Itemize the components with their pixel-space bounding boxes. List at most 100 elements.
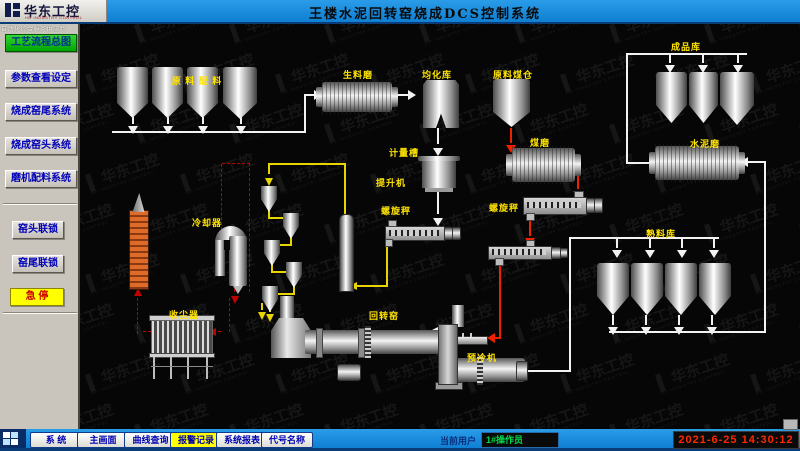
taskbar-button-main-screen[interactable]: 主画面 (77, 432, 129, 448)
arrowhead (645, 250, 655, 258)
flow-line (167, 117, 169, 124)
watermark: ▌ 华东工控HD INDUSTRY CONTROL (228, 398, 307, 429)
arrowhead (231, 296, 239, 304)
taskbar-button-code-names[interactable]: 代号名称 (261, 432, 313, 448)
watermark: ▌ 华东工控HD INDUSTRY CONTROL (703, 398, 782, 429)
label-cement-mill: 水泥磨 (690, 137, 720, 150)
logo-tagline: 自动化综合服务供应商 (1, 24, 79, 33)
arrowhead (709, 250, 719, 258)
sidebar-item-kiln-tail-system[interactable]: 烧成窑尾系统 (5, 103, 77, 121)
watermark: ▌ 华东工控HD INDUSTRY CONTROL (703, 24, 782, 46)
chute (388, 220, 397, 227)
flow-line (569, 237, 719, 239)
flow-line (112, 131, 306, 133)
label-screw-scale-left: 螺旋秤 (381, 204, 411, 217)
windows-logo-icon (11, 432, 18, 438)
arrowhead (487, 333, 495, 343)
windows-logo-icon (3, 432, 10, 438)
watermark: ▌ 华东工控HD INDUSTRY CONTROL (323, 24, 402, 46)
arrowhead (433, 148, 443, 156)
raw-mill-ribs (322, 80, 392, 114)
bucket-elevator (339, 214, 354, 292)
flow-line (386, 242, 388, 286)
flow-line (764, 162, 766, 333)
kiln-drive-motor (337, 364, 361, 381)
label-dust-collector: 收尘器 (169, 308, 199, 321)
arrowhead (265, 178, 273, 186)
silo-cone (597, 296, 629, 315)
silo (597, 263, 629, 296)
screw-flights (527, 202, 581, 208)
label-homo-silo: 均化库 (422, 68, 452, 81)
motor (560, 248, 568, 258)
flow-line (626, 53, 747, 55)
flow-line (261, 303, 263, 310)
sidebar-item-mill-batching-system[interactable]: 磨机配料系统 (5, 170, 77, 188)
watermark: ▌ 华东工控HD INDUSTRY CONTROL (274, 148, 353, 195)
arrowhead (198, 126, 208, 134)
gas-line (222, 163, 250, 164)
arrowhead (408, 90, 416, 100)
dust-collector-brace (151, 366, 213, 367)
flow-line (616, 239, 618, 248)
label-screw-scale-right: 螺旋秤 (489, 201, 519, 214)
arrowhead (266, 314, 274, 322)
watermark: ▌ 华东工控HD INDUSTRY CONTROL (418, 24, 497, 46)
cooler-gap (224, 240, 230, 250)
kiln-riser-pipe (280, 296, 294, 320)
watermark: ▌ 华东工控HD INDUSTRY CONTROL (418, 398, 497, 429)
silo (699, 263, 731, 296)
sidebar-item-kiln-head-interlock[interactable]: 窑头联锁 (12, 221, 64, 239)
gas-line (229, 298, 230, 332)
arrowhead (163, 126, 173, 134)
silo (665, 263, 697, 296)
windows-logo-icon (3, 439, 10, 445)
sidebar-divider (3, 312, 77, 314)
label-coal-mill: 煤磨 (530, 136, 550, 149)
flow-line (499, 263, 501, 337)
dust-collector-leg (170, 357, 172, 379)
silo (689, 72, 718, 105)
dust-collector-leg (187, 357, 189, 379)
label-elevator: 提升机 (376, 176, 406, 189)
silo (117, 67, 148, 103)
kiln-tyre (358, 328, 365, 358)
start-button[interactable] (0, 429, 26, 448)
current-user-value: 1#操作员 (481, 432, 559, 448)
flow-line (678, 315, 680, 325)
sidebar-divider (3, 203, 77, 205)
motor (452, 227, 461, 240)
watermark: ▌ 华东工控HD INDUSTRY CONTROL (133, 398, 212, 429)
flow-line (702, 55, 704, 63)
preheater-cyclone (264, 240, 280, 266)
watermark: ▌ 华东工控HD INDUSTRY CONTROL (513, 24, 592, 46)
kiln-head-housing (438, 324, 458, 385)
flow-line (268, 163, 346, 165)
sidebar-item-kiln-tail-interlock[interactable]: 窑尾联锁 (12, 255, 64, 273)
sidebar-item-parameter-settings[interactable]: 参数查看设定 (5, 70, 77, 88)
preheater-cyclone (283, 213, 299, 239)
emergency-stop-button[interactable]: 急 停 (10, 288, 64, 306)
watermark: ▌ 华东工控HD INDUSTRY CONTROL (749, 48, 800, 95)
windows-logo-icon (11, 439, 18, 445)
flow-line (495, 337, 501, 339)
watermark: ▌ 华东工控HD INDUSTRY CONTROL (179, 148, 258, 195)
arrowhead (236, 126, 246, 134)
label-clinker-silo: 熟料库 (646, 227, 676, 240)
watermark: ▌ 华东工控HD INDUSTRY CONTROL (80, 398, 117, 429)
arrowhead (707, 327, 717, 335)
burner-mark (470, 333, 472, 337)
burner-mark (462, 333, 464, 337)
silo-cone (117, 103, 148, 118)
metering-tank-base (425, 188, 453, 192)
screw-flights (492, 249, 546, 255)
sidebar-item-process-overview[interactable]: 工艺流程总图 (5, 34, 77, 52)
precooler-cap (516, 361, 528, 381)
process-diagram: 原 料 配 料 生料磨 均化库 原料煤仓 煤磨 计量槽 螺旋秤 螺旋秤 提升机 … (80, 24, 800, 429)
flow-line (681, 239, 683, 248)
taskbar-button-system[interactable]: 系 统 (30, 432, 82, 448)
taskbar-button-alarm-record[interactable]: 报警记录 (170, 432, 222, 448)
watermark: ▌ 华东工控HD INDUSTRY CONTROL (513, 398, 592, 429)
watermark: ▌ 华东工控HD INDUSTRY CONTROL (80, 24, 117, 46)
sidebar-item-kiln-head-system[interactable]: 烧成窑头系统 (5, 137, 77, 155)
